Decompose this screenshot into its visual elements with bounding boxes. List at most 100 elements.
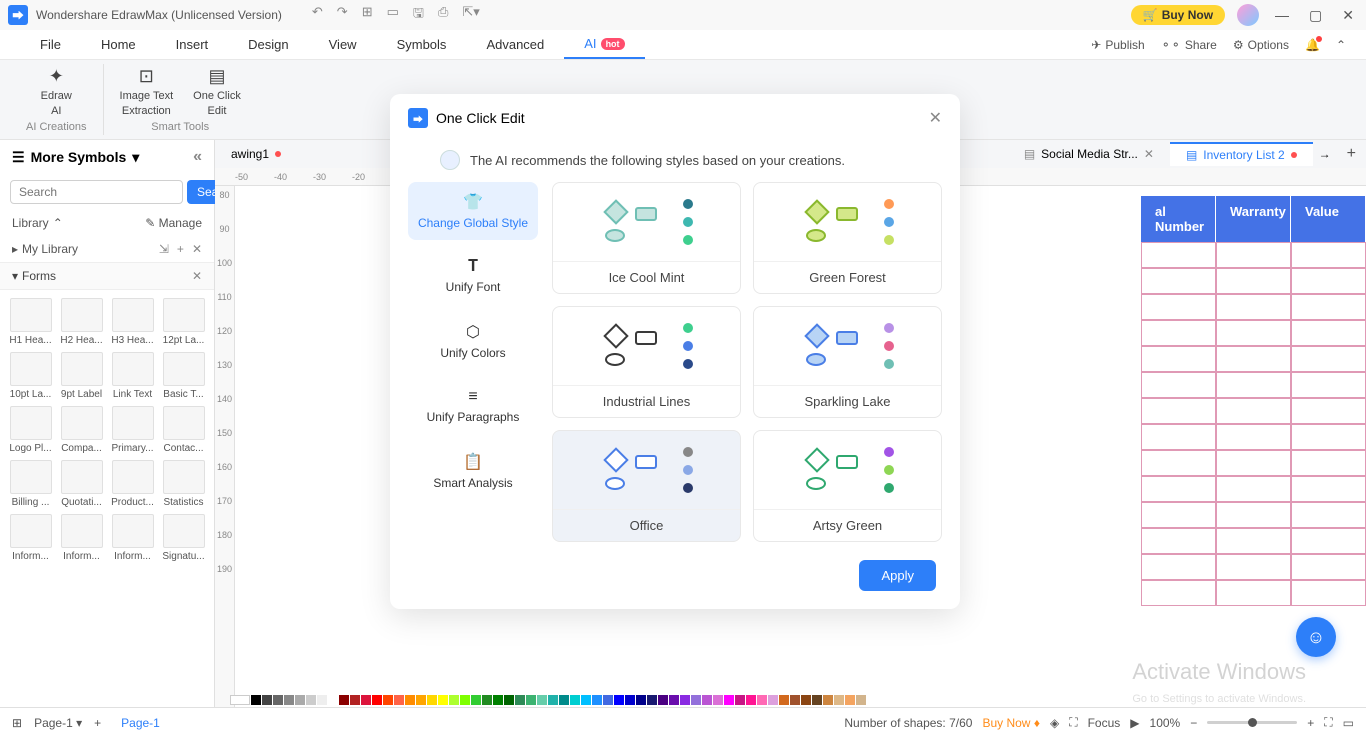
menu-view[interactable]: View — [309, 30, 377, 59]
play-icon[interactable]: ▶ — [1130, 716, 1139, 730]
color-swatch[interactable] — [471, 695, 481, 705]
color-swatch[interactable] — [284, 695, 294, 705]
shape-item[interactable]: Link Text — [110, 352, 155, 400]
add-page-icon[interactable]: + — [94, 716, 101, 730]
color-swatch[interactable] — [526, 695, 536, 705]
library-dropdown[interactable]: Library ⌃ — [12, 216, 63, 230]
shape-item[interactable]: H1 Hea... — [8, 298, 53, 346]
color-swatch[interactable] — [493, 695, 503, 705]
color-swatch[interactable] — [306, 695, 316, 705]
side-option-unify-paragraphs[interactable]: ≡Unify Paragraphs — [408, 378, 538, 434]
color-swatch[interactable] — [515, 695, 525, 705]
open-icon[interactable]: ▭ — [387, 4, 399, 26]
shape-item[interactable]: Signatu... — [161, 514, 206, 562]
color-swatch[interactable] — [779, 695, 789, 705]
color-swatch[interactable] — [262, 695, 272, 705]
style-card-green-forest[interactable]: Green Forest — [753, 182, 942, 294]
layers-icon[interactable]: ◈ — [1050, 716, 1059, 730]
color-swatch[interactable] — [350, 695, 360, 705]
close-section-icon[interactable]: ✕ — [192, 269, 202, 283]
new-icon[interactable]: ⊞ — [362, 4, 373, 26]
color-swatch[interactable] — [746, 695, 756, 705]
doc-tab-3[interactable]: ▤Inventory List 2 — [1170, 142, 1313, 166]
color-swatch[interactable] — [713, 695, 723, 705]
notification-icon[interactable]: 🔔 — [1305, 38, 1320, 52]
shape-item[interactable]: Contac... — [161, 406, 206, 454]
shape-item[interactable]: Billing ... — [8, 460, 53, 508]
shape-item[interactable]: 10pt La... — [8, 352, 53, 400]
menu-ai[interactable]: AI hot — [564, 30, 644, 59]
color-swatch[interactable] — [801, 695, 811, 705]
color-swatch[interactable] — [658, 695, 668, 705]
add-tab-icon[interactable]: + — [1337, 145, 1366, 163]
color-swatch[interactable] — [581, 695, 591, 705]
menu-insert[interactable]: Insert — [156, 30, 229, 59]
shape-item[interactable]: Logo Pl... — [8, 406, 53, 454]
color-swatch[interactable] — [416, 695, 426, 705]
color-swatch[interactable] — [735, 695, 745, 705]
color-swatch[interactable] — [504, 695, 514, 705]
color-swatch[interactable] — [603, 695, 613, 705]
undo-icon[interactable]: ↶ — [312, 4, 323, 26]
publish-button[interactable]: ✈Publish — [1091, 38, 1144, 52]
add-icon[interactable]: + — [177, 242, 184, 256]
shape-item[interactable]: 12pt La... — [161, 298, 206, 346]
color-swatch[interactable] — [449, 695, 459, 705]
color-swatch[interactable] — [394, 695, 404, 705]
collapse-panel-icon[interactable]: « — [193, 148, 202, 166]
color-swatch[interactable] — [570, 695, 580, 705]
buy-now-button[interactable]: 🛒 Buy Now — [1131, 5, 1225, 25]
shape-item[interactable]: Compa... — [59, 406, 104, 454]
side-option-unify-font[interactable]: 𝐓Unify Font — [408, 248, 538, 304]
shape-item[interactable]: Inform... — [8, 514, 53, 562]
close-icon[interactable]: ✕ — [1338, 7, 1358, 24]
menu-design[interactable]: Design — [228, 30, 308, 59]
color-swatch[interactable] — [460, 695, 470, 705]
color-swatch[interactable] — [273, 695, 283, 705]
shape-item[interactable]: Inform... — [110, 514, 155, 562]
manage-button[interactable]: ✎ Manage — [145, 216, 202, 230]
shape-item[interactable]: Statistics — [161, 460, 206, 508]
page-selector[interactable]: Page-1 ▾ — [34, 716, 82, 730]
shape-item[interactable]: Primary... — [110, 406, 155, 454]
shape-item[interactable]: Quotati... — [59, 460, 104, 508]
menu-file[interactable]: File — [20, 30, 81, 59]
color-swatch[interactable] — [702, 695, 712, 705]
color-swatch[interactable] — [768, 695, 778, 705]
fit-icon[interactable]: ⛶ — [1069, 715, 1077, 730]
remove-icon[interactable]: ✕ — [192, 242, 202, 256]
color-swatch[interactable] — [680, 695, 690, 705]
color-swatch[interactable] — [691, 695, 701, 705]
page-tab[interactable]: Page-1 — [113, 716, 168, 730]
color-swatch[interactable] — [405, 695, 415, 705]
color-swatch[interactable] — [669, 695, 679, 705]
side-option-smart-analysis[interactable]: 📋Smart Analysis — [408, 442, 538, 500]
user-avatar[interactable] — [1237, 4, 1259, 26]
shape-item[interactable]: H2 Hea... — [59, 298, 104, 346]
tab-close-icon[interactable]: ✕ — [1144, 147, 1154, 161]
color-swatch[interactable] — [614, 695, 624, 705]
zoom-out-icon[interactable]: − — [1190, 716, 1197, 730]
color-swatch[interactable] — [383, 695, 393, 705]
my-library-item[interactable]: ▸ My Library — [12, 242, 78, 256]
tab-arrow-icon[interactable]: → — [1313, 147, 1337, 161]
side-option-unify-colors[interactable]: ⬡Unify Colors — [408, 312, 538, 370]
fullscreen-icon[interactable]: ⛶ — [1324, 715, 1332, 730]
options-button[interactable]: ⚙Options — [1233, 38, 1289, 52]
no-color-swatch[interactable] — [230, 695, 250, 705]
color-swatch[interactable] — [856, 695, 866, 705]
color-swatch[interactable] — [361, 695, 371, 705]
chevron-up-icon[interactable]: ⌃ — [1336, 38, 1346, 52]
color-swatch[interactable] — [592, 695, 602, 705]
color-swatch[interactable] — [834, 695, 844, 705]
presentation-icon[interactable]: ▭ — [1343, 716, 1354, 730]
color-swatch[interactable] — [757, 695, 767, 705]
modal-close-icon[interactable]: ✕ — [929, 108, 942, 128]
shape-item[interactable]: Product... — [110, 460, 155, 508]
save-icon[interactable]: 🖫 — [413, 4, 424, 26]
color-swatch[interactable] — [845, 695, 855, 705]
color-swatch[interactable] — [438, 695, 448, 705]
doc-tab-1[interactable]: awing1 — [215, 143, 297, 165]
color-swatch[interactable] — [537, 695, 547, 705]
color-swatch[interactable] — [559, 695, 569, 705]
